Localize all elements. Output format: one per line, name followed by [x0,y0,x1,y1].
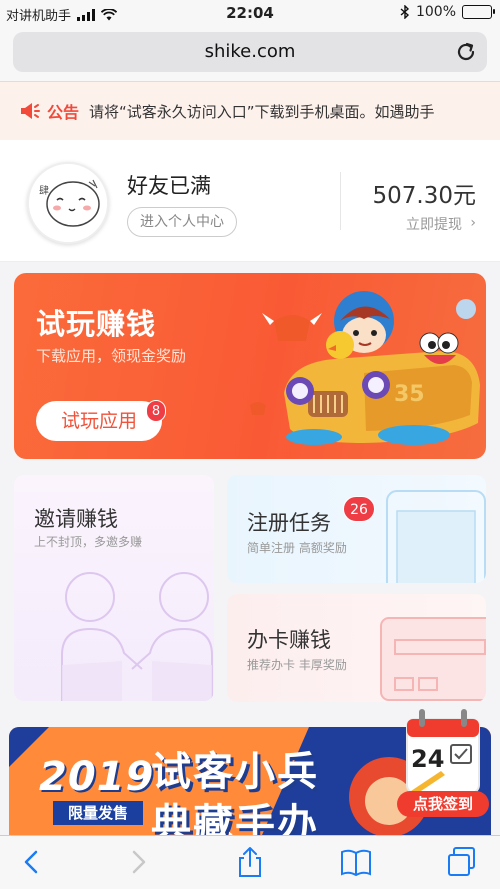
invite-subtitle: 上不封顶，多邀多赚 [34,535,143,549]
promo-title-line1: 试客小兵 [151,749,319,795]
card-subtitle: 推荐办卡 丰厚奖励 [247,658,347,672]
battery-icon [462,5,495,19]
phone-illustration [386,490,486,583]
invite-title: 邀请赚钱 [34,507,118,531]
signin-day: 24 [411,745,445,773]
notice-text: 请将“试客永久访问入口”下载到手机桌面。如遇助手 [89,102,435,121]
moneybag-icon [262,313,322,341]
browser-bar: shike.com [0,26,500,82]
personal-center-button[interactable]: 进入个人中心 [127,207,237,237]
card-title: 办卡赚钱 [247,628,331,652]
battery-percent: 100% [415,4,456,20]
browser-toolbar [0,835,500,889]
withdraw-link[interactable]: 立即提现 [406,214,462,234]
chevron-right-icon[interactable] [120,844,156,880]
register-title: 注册任务 [247,511,331,535]
avatar-image: 肆 [29,164,107,242]
notice-label: 公告 [47,103,80,122]
trial-banner[interactable]: 试玩赚钱 下载应用，领现金奖励 试玩应用 35 8 [14,273,486,459]
megaphone-icon [21,103,40,119]
url-text[interactable]: shike.com [13,41,487,62]
balance-amount: 507.30元 [372,183,476,209]
avatar[interactable]: 肆 [27,162,109,244]
register-task-card[interactable]: 注册任务 简单注册 高额奖励 [227,475,486,583]
username: 好友已满 [127,174,211,198]
trial-count-badge: 8 [146,400,166,422]
divider [340,172,341,230]
bank-card-illustration [380,617,486,701]
reload-icon[interactable] [453,39,479,65]
bluetooth-icon [400,5,409,19]
svg-text:肆: 肆 [39,185,49,197]
address-bar[interactable]: shike.com [13,32,487,72]
chevron-left-icon[interactable] [14,844,50,880]
book-icon[interactable] [338,844,374,880]
signin-widget[interactable]: 24 点我签到 [397,705,489,817]
register-subtitle: 简单注册 高额奖励 [247,541,347,555]
car-illustration: 35 [250,291,480,445]
share-icon[interactable] [232,844,268,880]
trial-title: 试玩赚钱 [36,307,157,341]
status-right: 100% [400,4,495,20]
register-count-badge: 26 [343,496,375,522]
svg-text:35: 35 [394,382,425,407]
invite-card[interactable]: 邀请赚钱 上不封顶，多邀多赚 [14,475,214,701]
credit-card-card[interactable]: 办卡赚钱 推荐办卡 丰厚奖励 [227,594,486,702]
chevron-right-icon: › [470,215,476,231]
signin-button[interactable]: 点我签到 [397,791,489,817]
tabs-icon[interactable] [444,844,480,880]
status-bar: 对讲机助手 22:04 100% [0,0,500,26]
profile-section: 肆 好友已满 进入个人中心 507.30元 立即提现 › [0,140,500,262]
promo-tag: 限量发售 [53,801,143,825]
trial-subtitle: 下载应用，领现金奖励 [36,347,187,365]
promo-year: 2019 [39,754,155,800]
trial-app-button[interactable]: 试玩应用 [36,401,162,441]
handshake-illustration [61,572,213,701]
notice-bar[interactable]: 公告 请将“试客永久访问入口”下载到手机桌面。如遇助手 [0,82,500,140]
